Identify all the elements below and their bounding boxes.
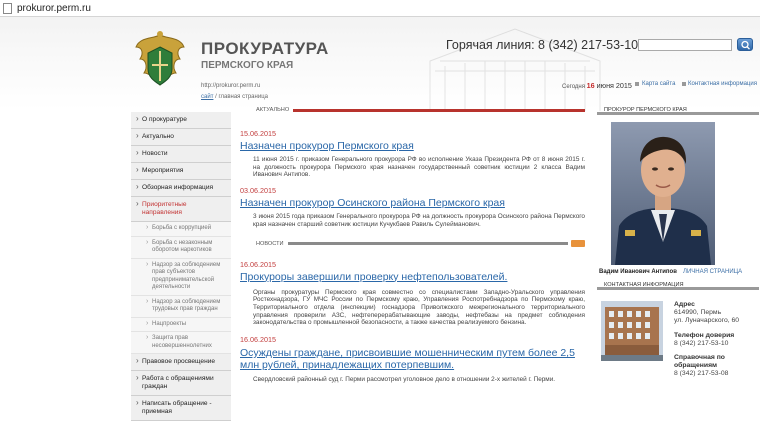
sidebar-nav: О прокуратуре Актуально Новости Мероприя… xyxy=(131,112,231,421)
sidebar-item-overview[interactable]: Обзорная информация xyxy=(131,180,231,197)
emblem-icon xyxy=(135,31,185,86)
today-rest: июня 2015 xyxy=(596,81,632,90)
breadcrumb-home[interactable]: сайт xyxy=(201,94,213,100)
news-date: 03.06.2015 xyxy=(240,186,276,196)
building-photo xyxy=(601,301,663,361)
news-divider xyxy=(287,242,568,246)
news-title-link[interactable]: Прокуроры завершили проверку нефтепользо… xyxy=(240,271,585,283)
sidebar-item-events[interactable]: Мероприятия xyxy=(131,163,231,180)
contacts-icon xyxy=(682,82,686,86)
actual-label: АКТУАЛЬНО xyxy=(256,107,290,113)
site-title: ПРОКУРАТУРА xyxy=(201,39,329,58)
news-text: 3 июня 2015 года приказом Генерального п… xyxy=(253,213,585,228)
phone-number: 8 (342) 217-53-10 xyxy=(674,340,729,347)
prosecutor-photo[interactable] xyxy=(611,122,715,265)
address-line1: 614990, Пермь xyxy=(674,309,722,316)
sidebar-item-news[interactable]: Новости xyxy=(131,146,231,163)
sidebar-item-appeals[interactable]: Работа с обращениями граждан xyxy=(131,371,231,396)
sidebar-item-write-appeal[interactable]: Написать обращение - приемная xyxy=(131,396,231,421)
site-subtitle: ПЕРМСКОГО КРАЯ xyxy=(201,60,294,71)
address-label: Адрес xyxy=(674,301,695,308)
sitemap-link[interactable]: Карта сайта xyxy=(642,81,675,87)
breadcrumb-current: главная страница xyxy=(218,94,268,100)
actual-section-header: АКТУАЛЬНО xyxy=(240,105,585,115)
building-watermark xyxy=(429,28,601,111)
news-label: НОВОСТИ xyxy=(256,240,284,247)
main-content: АКТУАЛЬНО 15.06.2015 Назначен прокурор П… xyxy=(240,105,585,384)
prosecutor-name: Вадим Иванович Антипов xyxy=(599,269,677,275)
address-block: Адрес 614990, Пермь ул. Луначарского, 60 xyxy=(674,301,739,325)
sidebar-subitem-labor[interactable]: Надзор за соблюдением трудовых прав граж… xyxy=(131,295,231,318)
news-text: Органы прокуратуры Пермского края совмес… xyxy=(253,288,585,327)
sidebar-item-legal-education[interactable]: Правовое просвещение xyxy=(131,354,231,371)
help-label: Справочная по обращениям xyxy=(674,354,725,369)
search-button[interactable] xyxy=(737,38,753,51)
help-block: Справочная по обращениям 8 (342) 217-53-… xyxy=(674,354,754,378)
url-text[interactable]: prokuror.perm.ru xyxy=(17,3,91,14)
news-title-link[interactable]: Назначен прокурор Пермского края xyxy=(240,140,585,152)
help-phone: 8 (342) 217-53-08 xyxy=(674,370,729,377)
sidebar-subitem-business[interactable]: Надзор за соблюдением прав субъектов пре… xyxy=(131,258,231,296)
sidebar-item-actual[interactable]: Актуально xyxy=(131,129,231,146)
site-url: http://prokuror.perm.ru xyxy=(201,83,261,89)
news-date: 16.06.2015 xyxy=(240,259,276,269)
site-header: ПРОКУРАТУРА ПЕРМСКОГО КРАЯ http://prokur… xyxy=(0,17,760,111)
sitemap-icon xyxy=(635,82,639,86)
news-date: 16.06.2015 xyxy=(240,335,276,345)
contacts-section-header: КОНТАКТНАЯ ИНФОРМАЦИЯ xyxy=(597,281,759,290)
prosecutor-portrait-image xyxy=(611,122,715,265)
today-label: Сегодня xyxy=(562,84,585,90)
actual-divider xyxy=(293,108,585,112)
prosecutor-section-header: ПРОКУРОР ПЕРМСКОГО КРАЯ xyxy=(597,105,759,115)
news-title-link[interactable]: Осуждены граждане, присвоившие мошенниче… xyxy=(240,347,585,371)
search-icon xyxy=(741,40,751,50)
rss-icon[interactable] xyxy=(571,240,585,248)
sidebar-item-about[interactable]: О прокуратуре xyxy=(131,112,231,129)
news-section-header: НОВОСТИ xyxy=(240,239,585,249)
hotline: Горячая линия: 8 (342) 217-53-10 xyxy=(446,38,639,52)
search-input[interactable] xyxy=(638,39,732,51)
sidebar-subitem-drugs[interactable]: Борьба с незаконным оборотом наркотиков xyxy=(131,236,231,259)
sidebar-subitem-minors[interactable]: Защита прав несовершеннолетних xyxy=(131,332,231,354)
building-image xyxy=(601,301,663,361)
phone-label: Телефон доверия xyxy=(674,332,735,339)
news-date: 15.06.2015 xyxy=(240,129,276,138)
today-date: Сегодня 16 июня 2015 xyxy=(562,81,632,90)
address-line2: ул. Луначарского, 60 xyxy=(674,317,740,324)
today-day: 16 xyxy=(586,81,595,90)
news-title-link[interactable]: Назначен прокурор Осинского района Пермс… xyxy=(240,197,585,209)
sidebar-subitem-natprojects[interactable]: Нацпроекты xyxy=(131,317,231,332)
phone-block: Телефон доверия 8 (342) 217-53-10 xyxy=(674,332,734,348)
contacts-link[interactable]: Контактная информация xyxy=(688,81,757,87)
sidebar-subitem-corruption[interactable]: Борьба с коррупцией xyxy=(131,222,231,237)
sidebar-item-priorities[interactable]: Приоритетные направления xyxy=(131,197,231,222)
address-bar[interactable]: prokuror.perm.ru xyxy=(0,0,760,17)
breadcrumb: сайт / главная страница xyxy=(201,94,268,100)
personal-page-link[interactable]: ЛИЧНАЯ СТРАНИЦА xyxy=(683,269,742,275)
news-text: Свердловский районный суд г. Перми рассм… xyxy=(253,376,556,384)
page-icon xyxy=(3,2,12,14)
right-column: ПРОКУРОР ПЕРМСКОГО КРАЯ Вадим Иванович А… xyxy=(597,105,759,377)
news-text: 11 июня 2015 г. приказом Генерального пр… xyxy=(253,156,585,179)
